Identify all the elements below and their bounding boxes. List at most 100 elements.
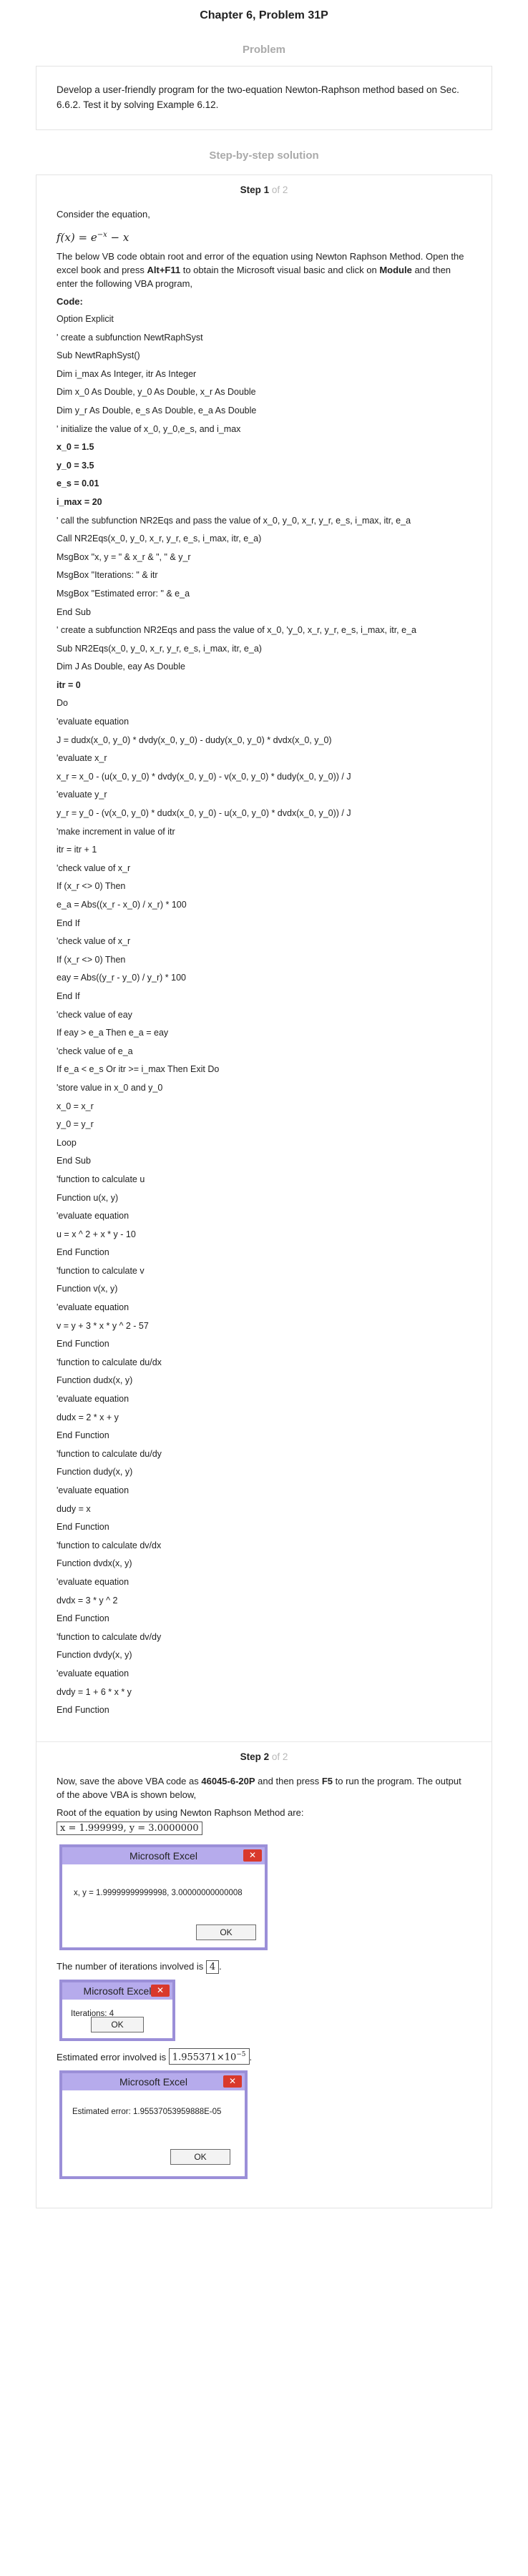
code-line: End Function — [57, 1430, 109, 1441]
code-block: Option Explicit ' create a subfunction Ne… — [57, 310, 471, 1720]
para-text-mid: and then press — [258, 1775, 320, 1786]
ok-button[interactable]: OK — [91, 2016, 144, 2032]
code-line: End Sub — [57, 606, 91, 617]
code-line: If e_a < e_s Or itr >= i_max Then Exit D… — [57, 1064, 220, 1075]
code-line: ' initialize the value of x_0, y_0,e_s, … — [57, 423, 241, 434]
code-line: Function dvdy(x, y) — [57, 1650, 132, 1661]
code-line: x_r = x_0 - (u(x_0, y_0) * dvdy(x_0, y_0… — [57, 771, 351, 782]
code-line: dudx = 2 * x + y — [57, 1412, 119, 1422]
code-line: MsgBox "Estimated error: " & e_a — [57, 588, 190, 599]
dialog-body: x, y = 1.99999999999998, 3.0000000000000… — [62, 1864, 265, 1947]
code-line: End If — [57, 990, 80, 1001]
page: Chapter 6, Problem 31P Problem Develop a… — [0, 7, 528, 2223]
code-line: 'function to calculate du/dx — [57, 1357, 162, 1367]
module-keyword: Module — [379, 265, 412, 275]
step-1-header: Step 1 of 2 — [57, 175, 471, 205]
code-line: dvdx = 3 * y ^ 2 — [57, 1595, 118, 1606]
code-line: Sub NR2Eqs(x_0, y_0, x_r, y_r, e_s, i_ma… — [57, 643, 262, 654]
ok-button[interactable]: OK — [196, 1924, 256, 1940]
code-line: 'evaluate equation — [57, 1576, 129, 1587]
page-title: Chapter 6, Problem 31P — [200, 9, 328, 21]
code-line: 'check value of x_r — [57, 936, 131, 947]
dialog-title: Microsoft Excel — [119, 2075, 187, 2088]
problem-card: Develop a user-friendly program for the … — [36, 66, 492, 130]
step-1-intro: Consider the equation, — [57, 209, 150, 220]
dialog-body: Iterations: 4 OK — [62, 1999, 172, 2038]
error-line: Estimated error involved is 1.955371×10−… — [57, 2048, 471, 2066]
code-line: If (x_r <> 0) Then — [57, 881, 126, 892]
error-box: 1.955371×10−5 — [168, 2048, 250, 2065]
solution-label: Step-by-step solution — [209, 149, 319, 162]
root-box: x = 1.999999, y = 3.0000000 — [57, 1821, 202, 1835]
code-line: e_a = Abs((x_r - x_0) / x_r) * 100 — [57, 900, 187, 910]
code-line: Dim J As Double, eay As Double — [57, 662, 185, 672]
code-line: dvdy = 1 + 6 * x * y — [57, 1686, 132, 1697]
close-icon[interactable]: ✕ — [223, 2075, 242, 2088]
shortcut-key: F5 — [321, 1775, 333, 1786]
iterations-line: The number of iterations involved is 4. — [57, 1960, 222, 1974]
code-line: i_max = 20 — [57, 496, 102, 507]
code-line: 'function to calculate u — [57, 1174, 145, 1184]
code-line: ' create a subfunction NewtRaphSyst — [57, 332, 203, 343]
dialog-message: Estimated error: 1.95537053959888E-05 — [72, 2107, 222, 2116]
code-line: y_0 = y_r — [57, 1119, 94, 1130]
code-line: 'evaluate equation — [57, 717, 129, 727]
code-line: Do — [57, 698, 68, 709]
excel-dialog-error: Microsoft Excel ✕ Estimated error: 1.955… — [59, 2070, 248, 2179]
code-line: End Function — [57, 1522, 109, 1533]
code-line: 'evaluate equation — [57, 1485, 129, 1495]
dialog-titlebar: Microsoft Excel ✕ — [62, 1847, 265, 1864]
code-line: Dim i_max As Integer, itr As Integer — [57, 368, 197, 379]
para-text-mid: to obtain the Microsoft visual basic and… — [182, 265, 377, 275]
code-line: Sub NewtRaphSyst() — [57, 350, 140, 361]
ok-button[interactable]: OK — [170, 2148, 230, 2165]
code-line: Call NR2Eqs(x_0, y_0, x_r, y_r, e_s, i_m… — [57, 534, 262, 544]
code-line: End Function — [57, 1705, 109, 1716]
step-1: Step 1 of 2 Consider the equation, f(x) … — [36, 175, 492, 1741]
code-line: 'evaluate equation — [57, 1211, 129, 1221]
code-line: 'check value of x_r — [57, 862, 131, 873]
close-icon[interactable]: ✕ — [243, 1849, 262, 1862]
code-line: 'function to calculate dv/dy — [57, 1631, 162, 1642]
step-2: Step 2 of 2 Now, save the above VBA code… — [36, 1742, 492, 2208]
code-line: 'make increment in value of itr — [57, 826, 175, 837]
code-line: 'evaluate equation — [57, 1302, 129, 1313]
dialog-titlebar: Microsoft Excel ✕ — [62, 1982, 172, 2000]
code-line: e_s = 0.01 — [57, 478, 99, 489]
code-line: y_0 = 3.5 — [57, 460, 94, 471]
code-line: Function v(x, y) — [57, 1284, 118, 1294]
code-line: v = y + 3 * x * y ^ 2 - 57 — [57, 1320, 149, 1331]
para-text: Now, save the above VBA code as — [57, 1775, 199, 1786]
step-2-paragraph: Now, save the above VBA code as 46045-6-… — [57, 1772, 471, 1804]
code-line: Dim x_0 As Double, y_0 As Double, x_r As… — [57, 387, 256, 398]
code-line: Function dudx(x, y) — [57, 1375, 133, 1386]
code-line: End Function — [57, 1339, 109, 1350]
code-line: End If — [57, 918, 80, 928]
code-line: Loop — [57, 1137, 77, 1148]
step-2-label: Step 2 — [240, 1751, 270, 1762]
code-line: J = dudx(x_0, y_0) * dvdy(x_0, y_0) - du… — [57, 734, 332, 745]
file-name: 46045-6-20P — [201, 1775, 255, 1786]
code-line: 'function to calculate du/dy — [57, 1448, 162, 1459]
code-line: Function dudy(x, y) — [57, 1467, 133, 1478]
code-line: 'evaluate equation — [57, 1394, 129, 1405]
step-1-label: Step 1 — [240, 185, 270, 195]
problem-text: Develop a user-friendly program for the … — [57, 84, 459, 110]
code-line: Function dvdx(x, y) — [57, 1558, 132, 1569]
formula-lhs: f(x) = e — [57, 231, 97, 244]
excel-dialog-root: Microsoft Excel ✕ x, y = 1.9999999999999… — [59, 1844, 268, 1950]
code-line: y_r = y_0 - (v(x_0, y_0) * dudx(x_0, y_0… — [57, 808, 351, 819]
error-value: 1.955371×10 — [172, 2052, 237, 2063]
error-text: Estimated error involved is — [57, 2051, 167, 2063]
code-line: 'evaluate y_r — [57, 790, 107, 800]
code-line: Function u(x, y) — [57, 1192, 119, 1203]
close-icon[interactable]: ✕ — [151, 1984, 170, 1997]
code-line: 'function to calculate v — [57, 1265, 145, 1276]
formula-exponent: −x — [97, 231, 107, 239]
code-line: End Sub — [57, 1156, 91, 1166]
dialog-body: Estimated error: 1.95537053959888E-05 OK — [62, 2090, 245, 2176]
equation-formula: f(x) = e−x − x — [57, 223, 471, 247]
dialog-message: x, y = 1.99999999999998, 3.0000000000000… — [74, 1888, 243, 1897]
shortcut-key: Alt+F11 — [147, 265, 181, 275]
code-line: ' call the subfunction NR2Eqs and pass t… — [57, 515, 411, 526]
